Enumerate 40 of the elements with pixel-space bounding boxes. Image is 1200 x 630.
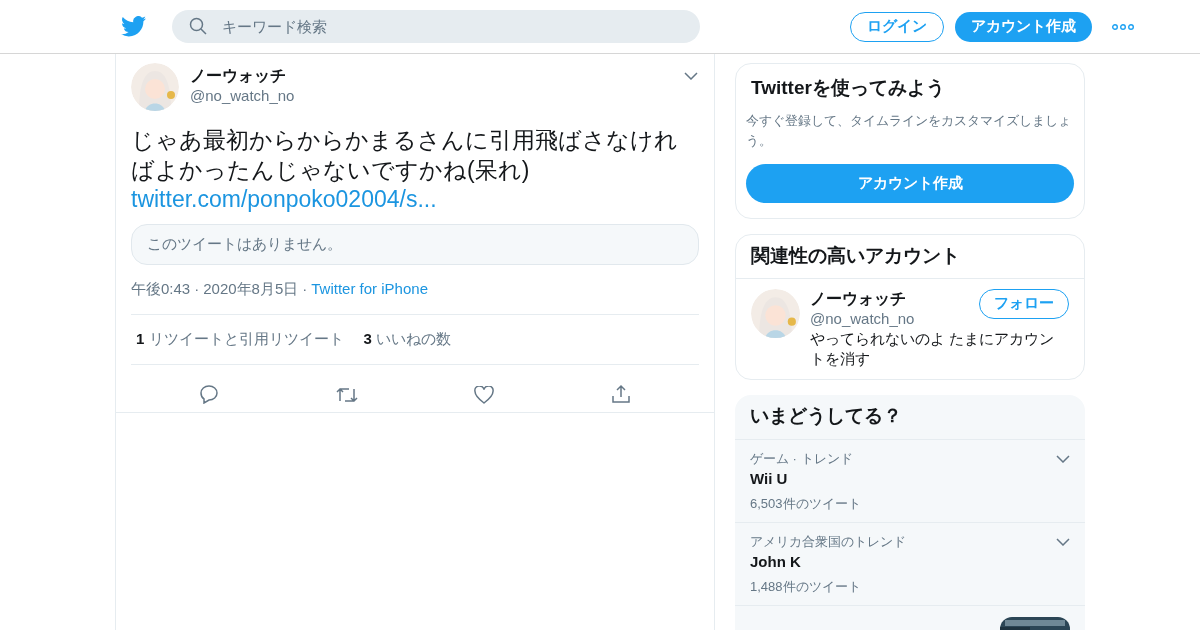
stat-link[interactable]: 1 リツイートと引用リツイート [136, 327, 344, 351]
share-icon[interactable] [610, 384, 631, 404]
author-name[interactable]: ノーウォッチ [190, 66, 673, 86]
stat-link[interactable]: 3 いいねの数 [363, 327, 452, 351]
card-title: いまどうしてる？ [735, 394, 1085, 440]
chevron-down-icon[interactable] [1056, 454, 1070, 463]
trend-context: アメリカ合衆国のトレンド [750, 533, 907, 550]
trend-name[interactable]: John K [750, 551, 1056, 572]
author-handle[interactable]: @no_watch_no [190, 86, 673, 106]
trend-count: 1,488件のツイート [750, 578, 862, 595]
tweet-time[interactable]: 午後0:43 [131, 277, 191, 301]
card-title: Twitterを使ってみよう [750, 76, 946, 100]
trend-name[interactable]: Wii U [750, 468, 1056, 489]
account-name[interactable]: ノーウォッチ [810, 288, 979, 309]
quote-unavailable-box: このツイートはありません。 [131, 224, 699, 265]
tweet-link[interactable]: twitter.com/ponpoko02004/s... [131, 185, 699, 213]
trend-count: 6,503件のツイート [750, 495, 862, 512]
chevron-down-icon[interactable] [1056, 537, 1070, 546]
bird-logo-icon[interactable] [121, 16, 146, 37]
card-text: 今すぐ登録して、タイムラインをカスタマイズしましょう。 [746, 111, 1072, 150]
tweet-text: じゃあ最初からからかまるさんに引用飛ばさなければよかったんじゃないですかね(呆れ) [131, 126, 679, 185]
heart-icon[interactable] [474, 386, 495, 404]
tweet-date[interactable]: 2020年8月5日 [203, 277, 299, 301]
separator-dot: · [302, 278, 308, 299]
more-icon[interactable] [1112, 23, 1134, 30]
retweet-icon[interactable] [335, 386, 358, 404]
separator-dot: · [194, 278, 200, 299]
tweet-source-link[interactable]: Twitter for iPhone [311, 277, 428, 301]
trend-context: ゲーム · トレンド [750, 450, 854, 467]
search-icon [189, 17, 207, 35]
avatar [751, 288, 800, 338]
card-title: 関連性の高いアカウント [736, 234, 1084, 279]
avatar [131, 63, 179, 111]
signup-button[interactable]: アカウント作成 [746, 163, 1074, 203]
account-bio: やってられないのよ たまにアカウントを消す [810, 328, 1056, 369]
chevron-down-icon[interactable] [684, 72, 698, 80]
reply-icon[interactable] [199, 384, 220, 404]
search-field[interactable]: キーワード検索 [172, 10, 700, 43]
signup-button[interactable]: アカウント作成 [955, 11, 1092, 42]
account-handle[interactable]: @no_watch_no [810, 308, 979, 329]
